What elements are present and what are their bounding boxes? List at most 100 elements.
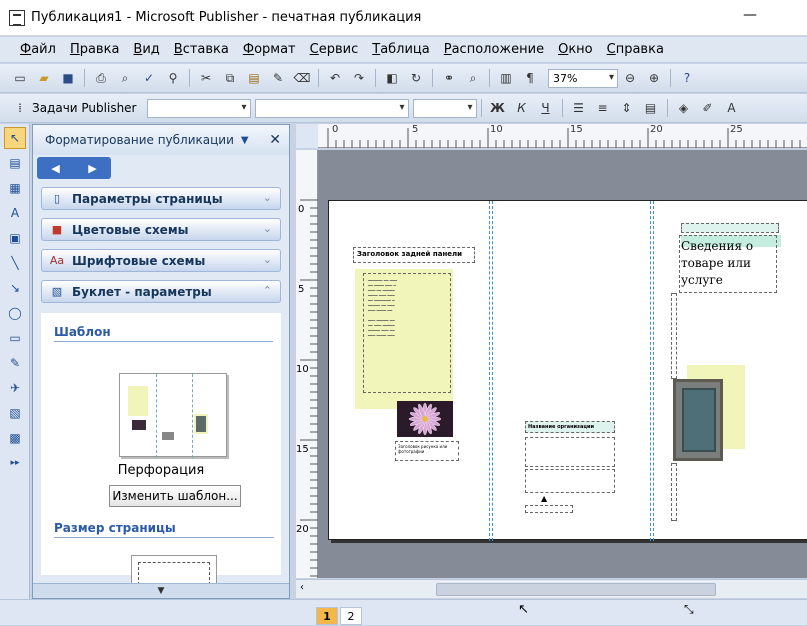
contact-frame[interactable] xyxy=(525,469,615,493)
select-arrow-icon[interactable]: ↖ xyxy=(4,127,26,149)
template-thumbnail[interactable] xyxy=(119,373,227,458)
align-center-icon[interactable]: ≡ xyxy=(593,98,613,118)
print-preview-icon[interactable]: ⌕ xyxy=(115,68,135,88)
line-color-icon[interactable]: ✐ xyxy=(698,98,718,118)
redo-icon[interactable]: ↷ xyxy=(349,68,369,88)
zoom-select[interactable]: 37% xyxy=(548,68,618,88)
vertical-text-frame[interactable] xyxy=(671,293,677,379)
page-2-button[interactable]: 2 xyxy=(340,607,362,625)
photo-caption[interactable]: Заголовок рисунка или фотографии xyxy=(395,441,459,461)
spelling-icon[interactable]: ✓ xyxy=(139,68,159,88)
insert-hyperlink-icon[interactable]: ⚭ xyxy=(439,68,459,88)
columns-icon[interactable]: ▥ xyxy=(496,68,516,88)
task-pane-menu-icon[interactable]: ▼ xyxy=(241,135,249,146)
scrollbar-thumb[interactable] xyxy=(436,583,716,596)
zoom-in-icon[interactable]: ⊕ xyxy=(644,68,664,88)
menu-format[interactable]: Формат xyxy=(243,42,296,57)
vertical-ruler[interactable]: 0 5 10 15 20 xyxy=(296,150,318,578)
change-template-button[interactable]: Изменить шаблон... xyxy=(109,485,241,507)
zoom-out-icon[interactable]: ⊖ xyxy=(620,68,640,88)
research-icon[interactable]: ⚲ xyxy=(163,68,183,88)
product-info-text[interactable]: Сведения о товаре или услуге xyxy=(679,235,777,293)
forward-icon[interactable]: ▶ xyxy=(88,162,96,175)
door-photo[interactable] xyxy=(673,379,723,461)
flower-photo[interactable] xyxy=(397,401,453,437)
paste-icon[interactable]: ▤ xyxy=(244,68,264,88)
bring-forward-icon[interactable]: ◧ xyxy=(382,68,402,88)
clear-format-icon[interactable]: ⌫ xyxy=(292,68,312,88)
rotate-icon[interactable]: ↻ xyxy=(406,68,426,88)
ruler-label: 25 xyxy=(730,124,743,135)
back-icon[interactable]: ◀ xyxy=(51,162,59,175)
design-gallery-icon[interactable]: ▧ xyxy=(4,402,26,424)
pilcrow-icon[interactable]: ¶ xyxy=(520,68,540,88)
print-icon[interactable]: ⎙ xyxy=(91,68,111,88)
copy-icon[interactable]: ⧉ xyxy=(220,68,240,88)
text-box-icon[interactable]: ▤ xyxy=(4,152,26,174)
rectangle-icon[interactable]: ▭ xyxy=(4,327,26,349)
document-canvas[interactable]: Заголовок задней панели ══════ ══ ═══ ══ … xyxy=(318,150,807,578)
open-folder-icon[interactable]: ▰ xyxy=(34,68,54,88)
scroll-left-icon[interactable]: ‹ xyxy=(300,582,304,593)
line-spacing-icon[interactable]: ⇕ xyxy=(617,98,637,118)
horizontal-scrollbar[interactable]: ‹ xyxy=(296,579,807,598)
undo-icon[interactable]: ↶ xyxy=(325,68,345,88)
body-text-frame[interactable]: ══════ ══ ═══ ══ ════ ═══ ═ ═══ ══ ═════ ══… xyxy=(363,273,451,393)
task-pane-scroll-down[interactable]: ▼ xyxy=(33,583,289,598)
align-left-icon[interactable]: ☰ xyxy=(569,98,589,118)
more-tools-icon[interactable]: ▸▸ xyxy=(4,452,26,474)
page-1-button[interactable]: 1 xyxy=(316,607,338,625)
arrow-icon[interactable]: ↘ xyxy=(4,277,26,299)
menu-edit[interactable]: Правка xyxy=(70,42,119,57)
oval-icon[interactable]: ◯ xyxy=(4,302,26,324)
menu-help[interactable]: Справка xyxy=(607,42,664,57)
page-size-thumbnail[interactable] xyxy=(131,555,217,585)
publisher-tasks-button[interactable]: Задачи Publisher xyxy=(32,101,137,115)
minimize-button[interactable]: — xyxy=(743,8,757,24)
close-icon[interactable]: ✕ xyxy=(269,132,281,148)
menu-window[interactable]: Окно xyxy=(558,42,593,57)
italic-button[interactable]: К xyxy=(512,98,532,118)
picture-frame-icon[interactable]: ▣ xyxy=(4,227,26,249)
org-name-box[interactable]: Название организации xyxy=(525,421,615,433)
address-frame[interactable] xyxy=(525,437,615,467)
font-select[interactable] xyxy=(254,98,409,118)
publication-page[interactable]: Заголовок задней панели ══════ ══ ═══ ══ … xyxy=(328,200,807,541)
new-document-icon[interactable]: ▭ xyxy=(10,68,30,88)
section-font-schemes[interactable]: Aa Шрифтовые схемы ⌄ xyxy=(41,249,281,272)
format-painter-icon[interactable]: ✎ xyxy=(268,68,288,88)
menu-arrange[interactable]: Расположение xyxy=(444,42,544,57)
cut-icon[interactable]: ✂ xyxy=(196,68,216,88)
back-panel-heading[interactable]: Заголовок задней панели xyxy=(353,247,475,263)
vertical-text-frame[interactable] xyxy=(671,463,677,521)
publisher-app-icon[interactable] xyxy=(9,9,25,26)
logo-text-frame[interactable] xyxy=(525,505,573,513)
save-icon[interactable]: ■ xyxy=(58,68,78,88)
wordart-icon[interactable]: A xyxy=(4,202,26,224)
horizontal-ruler[interactable]: 0 5 10 15 20 25 xyxy=(318,124,807,148)
zoom-object-icon[interactable]: ⌕ xyxy=(463,68,483,88)
table-icon[interactable]: ▦ xyxy=(4,177,26,199)
font-color-icon[interactable]: A xyxy=(722,98,742,118)
section-color-schemes[interactable]: ■ Цветовые схемы ⌄ xyxy=(41,218,281,241)
menu-tools[interactable]: Сервис xyxy=(310,42,359,57)
numbering-icon[interactable]: ▤ xyxy=(641,98,661,118)
line-icon[interactable]: ╲ xyxy=(4,252,26,274)
font-size-select[interactable] xyxy=(412,98,477,118)
bold-button[interactable]: Ж xyxy=(488,98,508,118)
fill-color-icon[interactable]: ◈ xyxy=(674,98,694,118)
help-icon[interactable]: ? xyxy=(677,68,697,88)
style-select[interactable] xyxy=(146,98,251,118)
section-page-options[interactable]: ▯ Параметры страницы ⌄ xyxy=(41,187,281,210)
underline-button[interactable]: Ч xyxy=(536,98,556,118)
menu-insert[interactable]: Вставка xyxy=(174,42,229,57)
autoshapes-icon[interactable]: ✎ xyxy=(4,352,26,374)
hotspot-icon[interactable]: ✈ xyxy=(4,377,26,399)
menu-view[interactable]: Вид xyxy=(133,42,159,57)
insert-object-icon[interactable]: ▩ xyxy=(4,427,26,449)
menu-file[interactable]: Файл xyxy=(20,42,56,57)
tagline-box[interactable] xyxy=(681,223,779,233)
menu-table[interactable]: Таблица xyxy=(372,42,430,57)
section-booklet-options[interactable]: ▧ Буклет - параметры ⌃ xyxy=(41,280,281,303)
toolbar-separator xyxy=(666,99,668,117)
